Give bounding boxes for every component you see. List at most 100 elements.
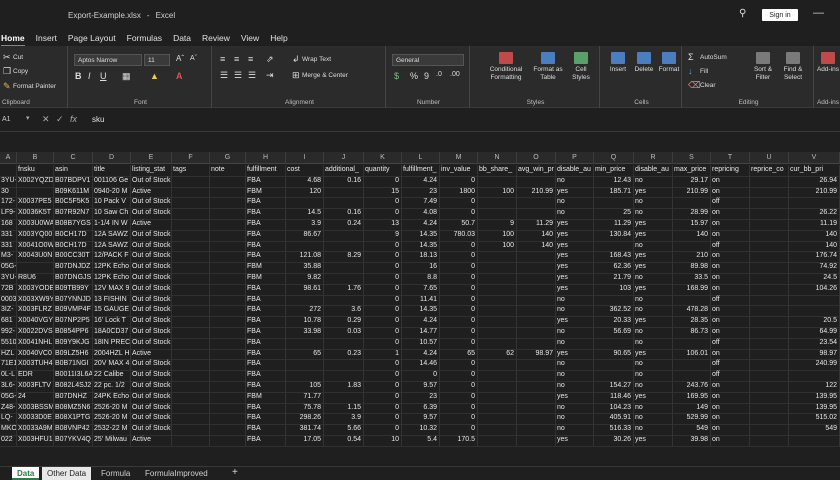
cell[interactable]: 90.65 <box>594 348 634 360</box>
cell[interactable] <box>478 208 517 219</box>
cell[interactable]: yes <box>634 219 673 230</box>
cell[interactable]: 4.68 <box>286 175 324 187</box>
cell[interactable]: 20.33 <box>594 316 634 327</box>
clear-button[interactable]: Clear <box>700 82 716 89</box>
cell[interactable]: note <box>210 165 246 176</box>
cell[interactable]: yes <box>556 229 594 241</box>
cell[interactable]: B09TB99Y <box>54 283 93 295</box>
cell[interactable]: 0.24 <box>324 219 364 230</box>
cell[interactable]: FBA <box>246 370 286 381</box>
cell[interactable] <box>478 327 517 338</box>
cell[interactable]: no <box>634 424 673 435</box>
indent-icon[interactable]: ⇥ <box>266 70 274 81</box>
column-header-B[interactable]: B <box>17 152 54 164</box>
cell[interactable]: yes <box>556 316 594 327</box>
borders-icon[interactable]: ▦ <box>122 71 131 82</box>
cell[interactable]: listing_stat <box>131 165 172 176</box>
cell[interactable]: 12PK Echo <box>93 273 131 284</box>
cell[interactable]: on <box>711 381 750 392</box>
cell[interactable] <box>172 391 210 403</box>
cell[interactable]: 210 <box>673 251 711 263</box>
cell[interactable]: 3.9 <box>286 219 324 230</box>
cell[interactable] <box>210 348 246 360</box>
cell[interactable] <box>324 262 364 273</box>
align-top-icon[interactable]: ≡ <box>220 54 225 64</box>
cell[interactable] <box>172 370 210 381</box>
cell[interactable] <box>517 305 556 317</box>
cell[interactable]: 298.26 <box>286 413 324 425</box>
cell[interactable]: 11.19 <box>789 219 840 230</box>
cell[interactable] <box>172 413 210 425</box>
cell[interactable]: on <box>711 391 750 403</box>
cell[interactable] <box>210 208 246 219</box>
cell[interactable] <box>594 370 634 381</box>
cell[interactable]: 0 <box>440 402 478 414</box>
cell[interactable]: Active <box>131 186 172 198</box>
cell[interactable]: 0 <box>364 359 402 371</box>
cell[interactable]: B082L4SJ2 <box>54 381 93 392</box>
cell[interactable]: 24 <box>17 391 54 403</box>
cell[interactable]: FBA <box>246 359 286 371</box>
cell[interactable]: fnsku <box>17 165 54 176</box>
cell[interactable]: 0 <box>364 208 402 219</box>
cell[interactable]: 0 <box>440 197 478 209</box>
cell[interactable]: 14.35 <box>402 305 440 317</box>
cell[interactable] <box>789 197 840 209</box>
cell[interactable] <box>172 251 210 263</box>
cell[interactable]: 0 <box>364 391 402 403</box>
fill-button[interactable]: Fill <box>700 68 708 75</box>
cell[interactable]: 12A SAWZ <box>93 240 131 252</box>
cell[interactable]: 2532-22 M <box>93 424 131 435</box>
cell[interactable]: 11.41 <box>402 294 440 306</box>
cell[interactable] <box>172 305 210 317</box>
cell[interactable]: 0 <box>364 424 402 435</box>
cell[interactable] <box>478 294 517 306</box>
cell[interactable]: yes <box>556 391 594 403</box>
sign-in-button[interactable]: Sign in <box>762 9 798 21</box>
cell[interactable]: 56.69 <box>594 327 634 338</box>
cell[interactable]: 516.33 <box>594 424 634 435</box>
column-header-D[interactable]: D <box>93 152 131 164</box>
cell[interactable]: 0 <box>440 391 478 403</box>
cell[interactable]: avg_win_pr <box>517 165 556 176</box>
cell[interactable] <box>750 316 789 327</box>
cell[interactable]: 0 <box>364 175 402 187</box>
cell-styles-button[interactable]: Cell Styles <box>568 52 594 82</box>
cell[interactable]: 0940-20 M <box>93 186 131 198</box>
cell[interactable]: FBA <box>246 381 286 392</box>
cell[interactable] <box>517 381 556 392</box>
cell[interactable]: 780.03 <box>440 229 478 241</box>
cell[interactable]: B07YKV4Q <box>54 435 93 446</box>
align-bottom-icon[interactable]: ≡ <box>248 54 253 64</box>
cell[interactable] <box>210 337 246 349</box>
cell[interactable]: 8.8 <box>402 273 440 284</box>
cell[interactable]: Out of Stock <box>131 402 172 414</box>
cell[interactable]: 18.13 <box>402 251 440 263</box>
format-as-table-button[interactable]: Format as Table <box>530 52 566 82</box>
cell[interactable]: 3.6 <box>324 305 364 317</box>
cell[interactable]: 9.82 <box>286 273 324 284</box>
cell[interactable] <box>210 186 246 198</box>
font-name-select[interactable]: Aptos Narrow <box>74 54 142 66</box>
cell[interactable]: 86.67 <box>286 229 324 241</box>
cell[interactable]: off <box>711 294 750 306</box>
cell[interactable] <box>517 273 556 284</box>
cell[interactable]: no <box>634 327 673 338</box>
cell[interactable]: 23 <box>402 186 440 198</box>
cell[interactable]: no <box>634 175 673 187</box>
orientation-icon[interactable]: ⇗ <box>266 54 274 65</box>
cell[interactable] <box>517 197 556 209</box>
cell[interactable]: 9 <box>364 229 402 241</box>
cell[interactable]: yes <box>556 283 594 295</box>
cell[interactable] <box>517 175 556 187</box>
cell[interactable]: Out of Stock <box>131 413 172 425</box>
cell[interactable]: on <box>711 435 750 446</box>
cell[interactable]: B08MZ5N6 <box>54 402 93 414</box>
cell[interactable]: 23.54 <box>789 337 840 349</box>
menu-insert[interactable]: Insert <box>36 33 57 43</box>
cell[interactable] <box>172 175 210 187</box>
cell[interactable]: X0041NHL <box>17 337 54 349</box>
cell[interactable] <box>750 240 789 252</box>
sheet-tab-other-data[interactable]: Other Data <box>42 467 92 480</box>
cell[interactable]: 10 Saw Ch <box>93 208 131 219</box>
